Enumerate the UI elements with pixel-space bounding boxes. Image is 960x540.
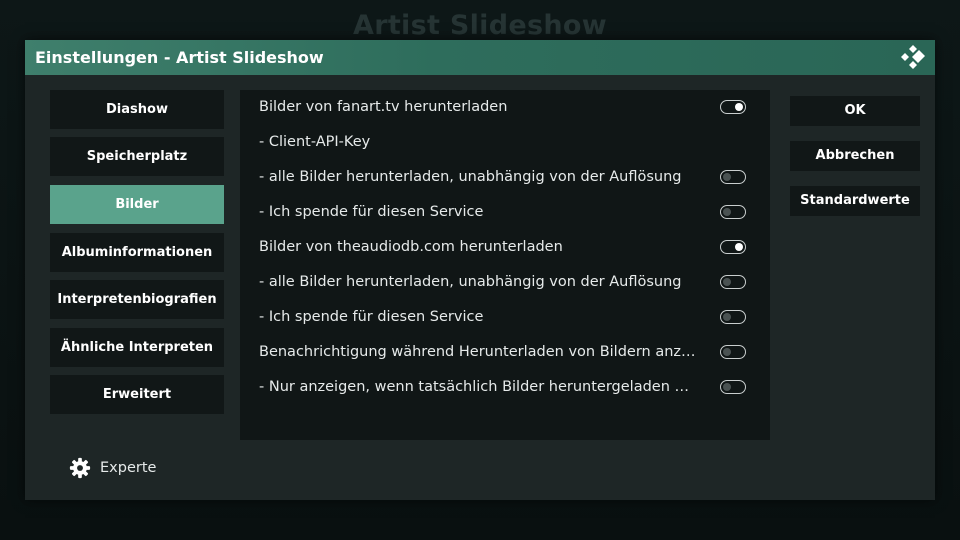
setting-label: - Ich spende für diesen Service <box>259 204 484 220</box>
setting-row-download-notification[interactable]: Benachrichtigung während Herunterladen v… <box>240 335 770 370</box>
toggle-knob <box>723 277 731 286</box>
setting-row-theaudiodb-download[interactable]: Bilder von theaudiodb.com herunterladen <box>240 230 770 265</box>
setting-row-theaudiodb-all-images[interactable]: - alle Bilder herunterladen, unabhängig … <box>240 265 770 300</box>
dialog-title: Einstellungen - Artist Slideshow <box>35 48 324 67</box>
setting-label: - Nur anzeigen, wenn tatsächlich Bilder … <box>259 379 699 395</box>
settings-list: Bilder von fanart.tv herunterladen - Cli… <box>240 90 770 440</box>
settings-dialog: Einstellungen - Artist Slideshow Diashow… <box>25 40 935 500</box>
toggle-switch[interactable] <box>720 275 746 289</box>
toggle-switch[interactable] <box>720 170 746 184</box>
gear-icon <box>69 457 91 479</box>
toggle-knob <box>723 382 731 391</box>
kodi-logo-icon <box>901 45 925 69</box>
category-albuminformationen[interactable]: Albuminformationen <box>50 233 224 272</box>
setting-label: Benachrichtigung während Herunterladen v… <box>259 344 699 360</box>
setting-label: - alle Bilder herunterladen, unabhängig … <box>259 274 682 290</box>
category-erweitert[interactable]: Erweitert <box>50 375 224 414</box>
setting-row-fanart-download[interactable]: Bilder von fanart.tv herunterladen <box>240 90 770 125</box>
defaults-button[interactable]: Standardwerte <box>790 186 920 216</box>
category-bilder[interactable]: Bilder <box>50 185 224 224</box>
ok-button[interactable]: OK <box>790 96 920 126</box>
background-title: Artist Slideshow <box>353 10 607 41</box>
category-interpretenbiografien[interactable]: Interpretenbiografien <box>50 280 224 319</box>
toggle-switch[interactable] <box>720 310 746 324</box>
toggle-knob <box>723 207 731 216</box>
toggle-knob <box>723 172 731 181</box>
dialog-header: Einstellungen - Artist Slideshow <box>25 40 935 75</box>
setting-label: - alle Bilder herunterladen, unabhängig … <box>259 169 682 185</box>
setting-row-fanart-all-images[interactable]: - alle Bilder herunterladen, unabhängig … <box>240 160 770 195</box>
category-diashow[interactable]: Diashow <box>50 90 224 129</box>
settings-level-label: Experte <box>100 460 157 476</box>
toggle-knob <box>735 102 743 111</box>
toggle-switch[interactable] <box>720 240 746 254</box>
toggle-switch[interactable] <box>720 345 746 359</box>
cancel-button[interactable]: Abbrechen <box>790 141 920 171</box>
toggle-switch[interactable] <box>720 380 746 394</box>
setting-row-client-api-key[interactable]: - Client-API-Key <box>240 125 770 160</box>
setting-label: - Ich spende für diesen Service <box>259 309 484 325</box>
setting-label: Bilder von theaudiodb.com herunterladen <box>259 239 563 255</box>
category-aehnliche-interpreten[interactable]: Ähnliche Interpreten <box>50 328 224 367</box>
category-speicherplatz[interactable]: Speicherplatz <box>50 137 224 176</box>
setting-label: Bilder von fanart.tv herunterladen <box>259 99 508 115</box>
toggle-switch[interactable] <box>720 100 746 114</box>
toggle-knob <box>723 347 731 356</box>
toggle-knob <box>735 242 743 251</box>
setting-label: - Client-API-Key <box>259 134 371 150</box>
setting-row-fanart-donate[interactable]: - Ich spende für diesen Service <box>240 195 770 230</box>
setting-row-notify-only-when-downloaded[interactable]: - Nur anzeigen, wenn tatsächlich Bilder … <box>240 370 770 405</box>
toggle-knob <box>723 312 731 321</box>
toggle-switch[interactable] <box>720 205 746 219</box>
setting-row-theaudiodb-donate[interactable]: - Ich spende für diesen Service <box>240 300 770 335</box>
